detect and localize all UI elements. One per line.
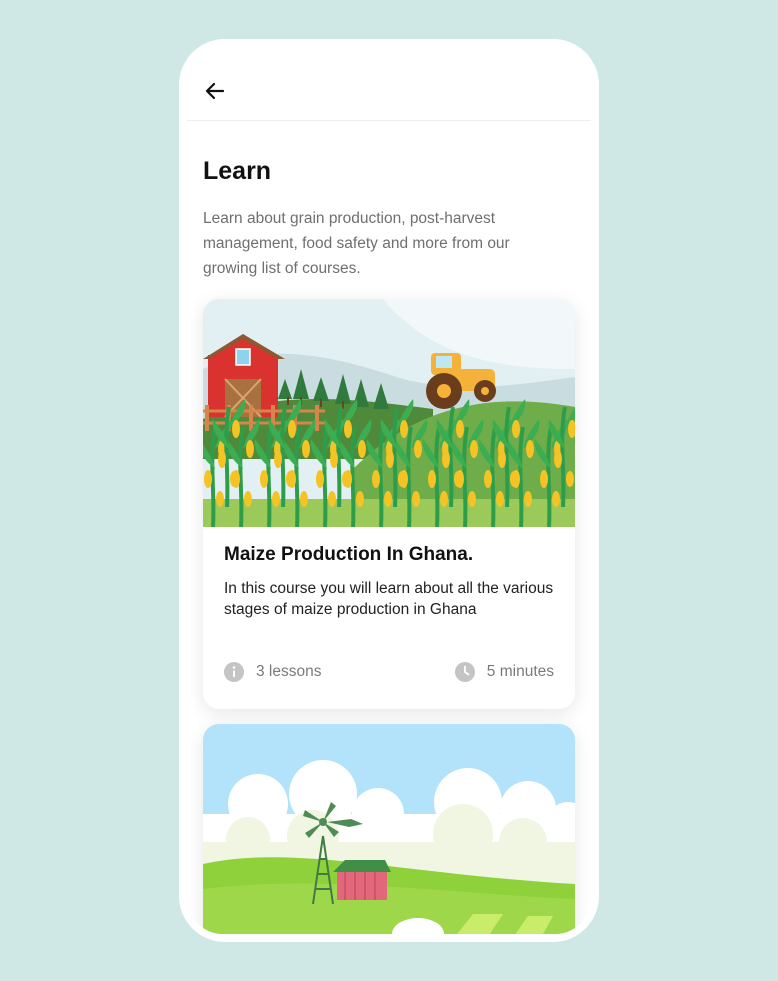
page-intro: Learn about grain production, post-harve… — [203, 210, 510, 277]
back-button[interactable] — [201, 77, 229, 105]
course-description: In this course you will learn about all … — [224, 580, 554, 618]
lessons-count: 3 lessons — [256, 663, 322, 680]
clock-icon — [454, 662, 475, 682]
course-card-maize[interactable]: Maize Production In Ghana. In this cours… — [203, 299, 575, 709]
course-card-windmill-farm[interactable] — [203, 724, 575, 934]
duration-text: 5 minutes — [486, 663, 554, 680]
arrow-left-icon — [205, 82, 225, 100]
course-image-maize-farm — [203, 299, 575, 527]
app-screen: Learn Learn about grain production, post… — [187, 39, 591, 934]
page-title: Learn — [203, 157, 272, 185]
course-lessons: 3 lessons — [224, 660, 321, 684]
top-bar — [187, 39, 591, 121]
course-image-windmill-farm — [203, 724, 575, 934]
course-title: Maize Production In Ghana. — [224, 544, 474, 565]
info-icon — [224, 662, 244, 682]
course-duration: 5 minutes — [454, 660, 554, 684]
phone-frame: Learn Learn about grain production, post… — [179, 39, 599, 942]
